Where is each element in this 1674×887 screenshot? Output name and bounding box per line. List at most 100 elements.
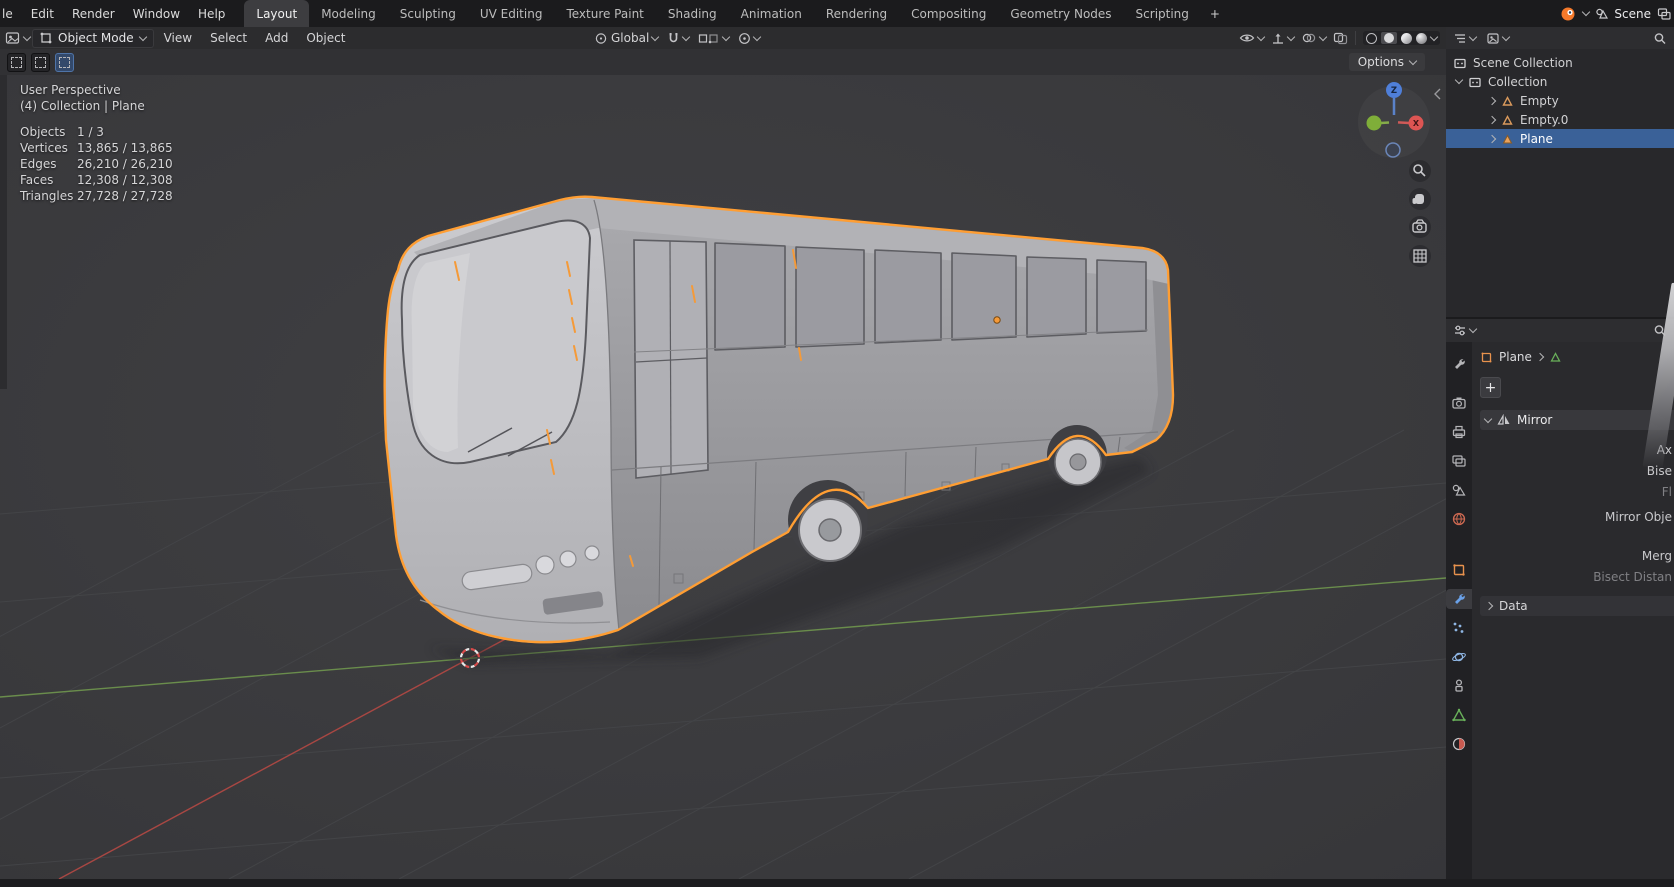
add-workspace-button[interactable]: +	[1201, 0, 1229, 27]
properties-tab-material[interactable]	[1446, 734, 1472, 754]
properties-tab-constraints[interactable]	[1446, 676, 1472, 696]
blender-logo-icon[interactable]	[1559, 6, 1577, 22]
gizmo-y-axis	[1366, 115, 1382, 131]
view-layer-icon[interactable]	[1657, 7, 1672, 21]
properties-tab-output[interactable]	[1446, 422, 1472, 442]
options-label: Options	[1357, 55, 1404, 69]
mirror-modifier-header[interactable]: Mirror	[1480, 410, 1674, 430]
outliner-row-plane[interactable]: Plane	[1446, 129, 1674, 148]
topbar: le Edit Render Window Help Layout Modeli…	[0, 0, 1674, 27]
camera-view-button[interactable]	[1409, 216, 1431, 238]
navigation-gizmo[interactable]: Z X	[1358, 82, 1430, 158]
orthographic-toggle-button[interactable]	[1409, 245, 1431, 267]
outliner-row-empty-0[interactable]: Empty.0	[1446, 110, 1674, 129]
outliner-row-empty[interactable]: Empty	[1446, 91, 1674, 110]
gizmo-x-label: X	[1413, 119, 1420, 128]
pan-button[interactable]	[1409, 188, 1431, 210]
snap-toggle[interactable]	[667, 32, 691, 45]
menu-window[interactable]: Window	[124, 7, 189, 21]
outliner-row-scene-collection[interactable]: Scene Collection	[1446, 53, 1674, 72]
menu-edit[interactable]: Edit	[22, 7, 63, 21]
tab-uv-editing[interactable]: UV Editing	[468, 0, 555, 27]
shading-chevron-icon[interactable]	[1429, 32, 1439, 41]
properties-content: Plane + Mirror Ax Bise Fl	[1472, 342, 1674, 879]
xray-toggle[interactable]	[1333, 32, 1348, 45]
modifier-expand-icon[interactable]	[1483, 414, 1493, 423]
breadcrumb-object-name[interactable]: Plane	[1499, 350, 1532, 364]
properties-editor-type-button[interactable]	[1453, 324, 1478, 337]
tab-compositing[interactable]: Compositing	[899, 0, 998, 27]
menu-object[interactable]: Object	[298, 31, 353, 45]
outliner-editor-type-button[interactable]	[1453, 32, 1478, 45]
blender-menu-chevron-icon[interactable]	[1582, 7, 1591, 17]
overlays-chevron-icon	[1318, 32, 1328, 41]
view-perspective-label: User Perspective	[20, 83, 121, 97]
outliner-row-collection[interactable]: Collection	[1446, 72, 1674, 91]
gizmo-dropdown[interactable]	[1271, 32, 1296, 45]
tab-rendering[interactable]: Rendering	[814, 0, 899, 27]
proportional-editing-toggle[interactable]	[738, 32, 762, 45]
outliner-search-icon[interactable]	[1653, 32, 1667, 45]
mode-dropdown[interactable]: Object Mode	[32, 28, 154, 48]
properties-tab-scene[interactable]	[1446, 480, 1472, 500]
properties-tab-particles[interactable]	[1446, 618, 1472, 638]
stat-label: Faces	[20, 173, 54, 187]
collection-expand-icon[interactable]	[1454, 75, 1464, 85]
options-dropdown[interactable]: Options	[1348, 53, 1425, 71]
tab-layout[interactable]: Layout	[244, 0, 310, 27]
properties-tab-object-data[interactable]	[1446, 705, 1472, 725]
zoom-button[interactable]	[1409, 160, 1431, 182]
data-subpanel-header[interactable]: Data	[1480, 596, 1674, 616]
shading-rendered-button[interactable]	[1416, 32, 1427, 44]
add-modifier-button[interactable]: +	[1480, 377, 1501, 398]
transform-orientation-dropdown[interactable]: Global	[594, 31, 660, 45]
shading-material-button[interactable]	[1401, 32, 1412, 44]
outliner-display-mode-button[interactable]	[1486, 32, 1511, 45]
row-expand-icon[interactable]	[1487, 115, 1497, 124]
tab-geometry-nodes[interactable]: Geometry Nodes	[998, 0, 1123, 27]
menu-add[interactable]: Add	[257, 31, 296, 45]
overlays-dropdown[interactable]	[1301, 32, 1328, 44]
tab-sculpting[interactable]: Sculpting	[388, 0, 468, 27]
breadcrumb-chevron-icon	[1535, 352, 1545, 362]
select-mode-subtract-button[interactable]	[55, 52, 74, 72]
menu-render[interactable]: Render	[63, 7, 124, 21]
row-expand-icon[interactable]	[1487, 96, 1497, 105]
mirror-modifier-panel: Mirror Ax Bise Fl Mirror Obje Merg Bisec…	[1480, 410, 1674, 616]
properties-tab-object[interactable]	[1446, 560, 1472, 580]
properties-tab-physics[interactable]	[1446, 647, 1472, 667]
stat-value: 12,308 / 12,308	[77, 173, 173, 187]
shading-mode-group	[1363, 31, 1440, 45]
snap-target-dropdown[interactable]	[698, 32, 731, 45]
tab-scripting[interactable]: Scripting	[1124, 0, 1201, 27]
properties-tab-tool[interactable]	[1446, 354, 1472, 374]
region-collapse-arrow[interactable]	[1434, 88, 1441, 100]
editor-type-chevron-icon	[22, 32, 32, 41]
select-mode-extend-button[interactable]	[31, 52, 50, 72]
menu-view[interactable]: View	[156, 31, 200, 45]
menu-file-partial[interactable]: le	[0, 7, 22, 21]
select-mode-new-button[interactable]	[7, 52, 26, 72]
tab-animation[interactable]: Animation	[729, 0, 814, 27]
properties-tab-render[interactable]	[1446, 393, 1472, 413]
properties-tab-view-layer[interactable]	[1446, 451, 1472, 471]
field-label-merge: Merg	[1641, 549, 1672, 563]
menu-select[interactable]: Select	[202, 31, 255, 45]
outliner-header	[1446, 27, 1674, 49]
properties-header	[1446, 319, 1674, 342]
object-label: Empty.0	[1520, 112, 1569, 127]
shading-wireframe-button[interactable]	[1366, 32, 1377, 44]
tab-modeling[interactable]: Modeling	[309, 0, 388, 27]
tab-texture-paint[interactable]: Texture Paint	[554, 0, 655, 27]
properties-tab-modifiers[interactable]	[1446, 589, 1472, 609]
tab-shading[interactable]: Shading	[656, 0, 729, 27]
view-context-label: (4) Collection | Plane	[20, 99, 145, 113]
shading-solid-button[interactable]	[1381, 32, 1397, 44]
properties-tab-world[interactable]	[1446, 509, 1472, 529]
menu-help[interactable]: Help	[189, 7, 234, 21]
panel-splitter[interactable]	[1446, 317, 1674, 319]
editor-type-button[interactable]	[5, 31, 32, 46]
row-expand-icon[interactable]	[1487, 134, 1497, 143]
scene-selector[interactable]: Scene	[1595, 7, 1651, 21]
visibility-dropdown[interactable]	[1239, 32, 1266, 44]
